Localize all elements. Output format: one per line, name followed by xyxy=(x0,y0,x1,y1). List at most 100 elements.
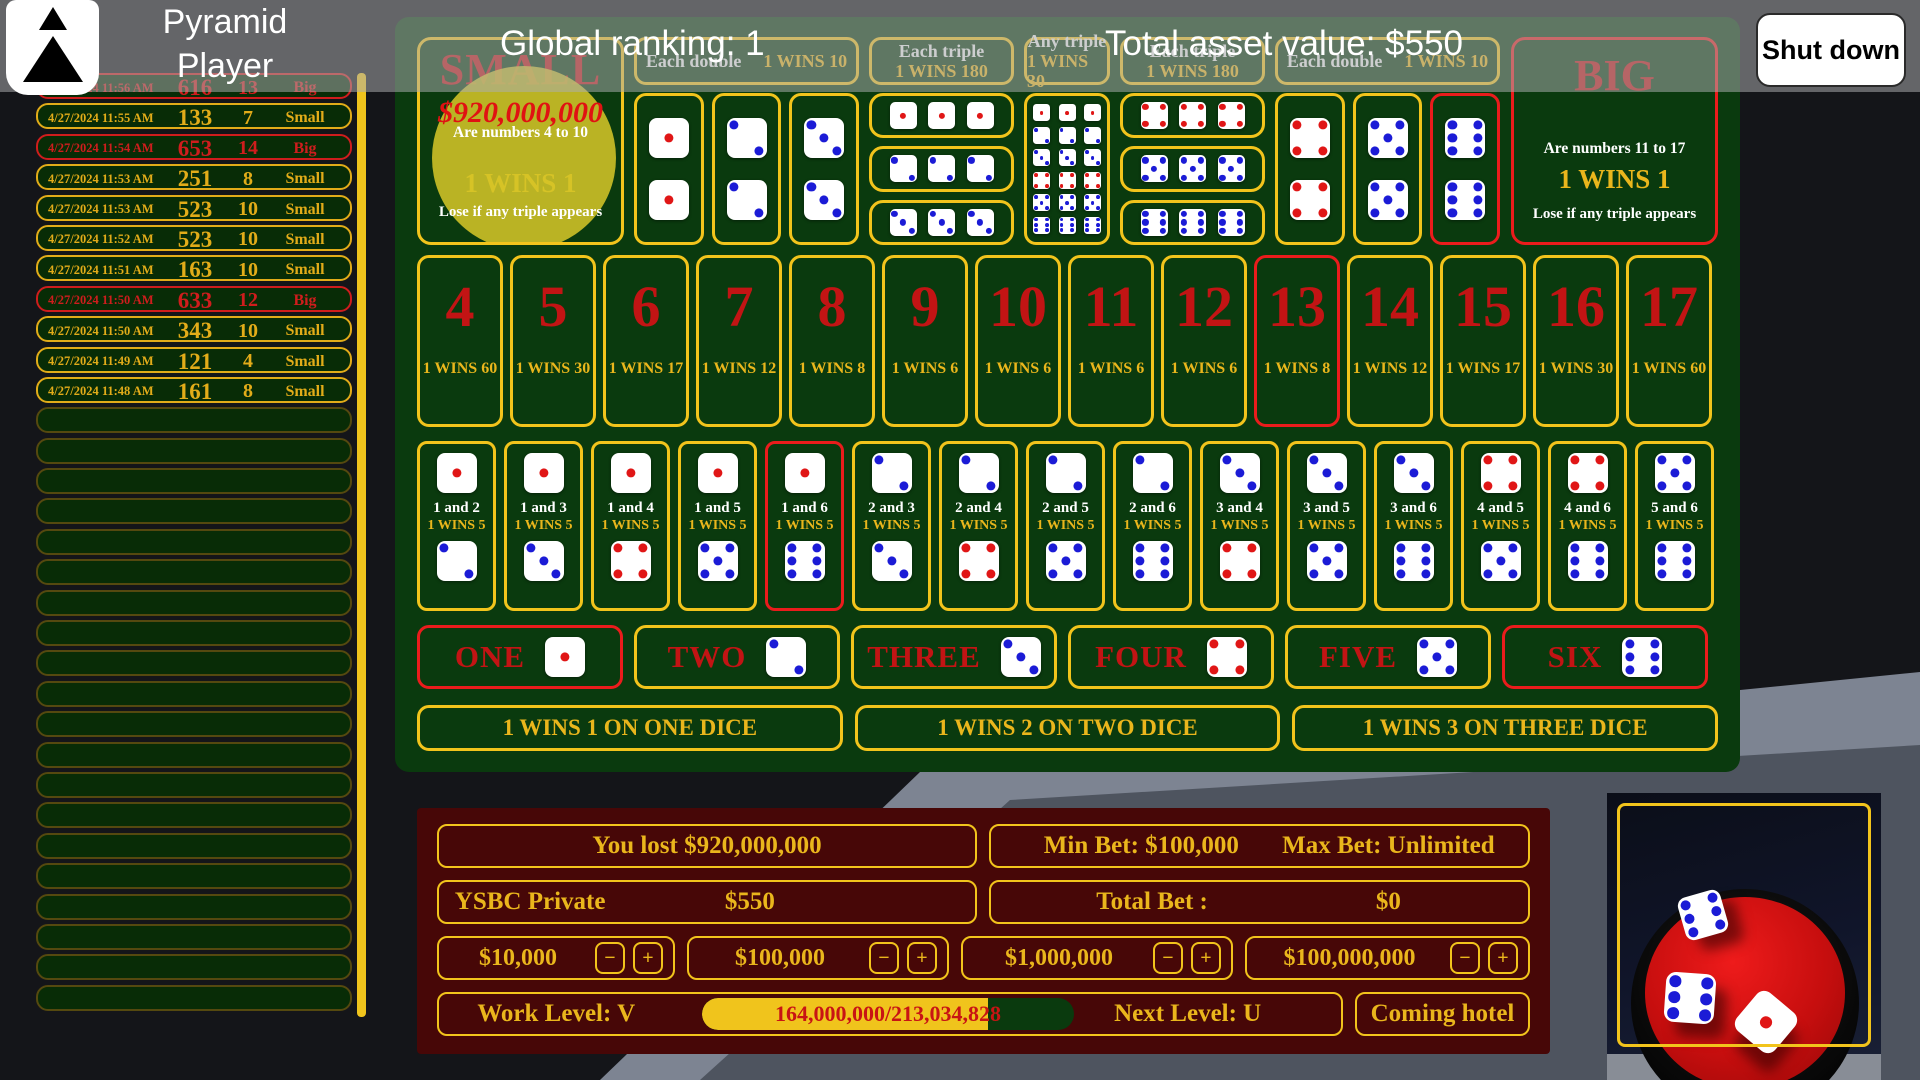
bet-denomination-2[interactable]: $100,000−+ xyxy=(687,936,949,980)
bet-single-three[interactable]: THREE xyxy=(851,625,1057,689)
bet-number-12[interactable]: 121 WINS 6 xyxy=(1161,255,1247,427)
die-4 xyxy=(1141,102,1168,129)
pair-payout: 1 WINS 5 xyxy=(1036,518,1094,534)
pair-label: 5 and 6 xyxy=(1651,500,1698,517)
bet-number-15[interactable]: 151 WINS 17 xyxy=(1440,255,1526,427)
bet-single-five[interactable]: FIVE xyxy=(1285,625,1491,689)
bet-triple-1[interactable] xyxy=(869,93,1014,138)
bet-pair-3-6[interactable]: 3 and 61 WINS 5 xyxy=(1374,441,1453,611)
bet-double-4[interactable] xyxy=(1275,93,1345,245)
doubles-right-group xyxy=(1275,93,1500,245)
bet-triple-3[interactable] xyxy=(869,200,1014,245)
bet-pair-2-3[interactable]: 2 and 31 WINS 5 xyxy=(852,441,931,611)
bet-double-5[interactable] xyxy=(1353,93,1423,245)
bet-pair-1-4[interactable]: 1 and 41 WINS 5 xyxy=(591,441,670,611)
history-row: 4/27/2024 11:51 AM16310Small xyxy=(36,255,352,281)
decrease-bet-button[interactable]: − xyxy=(1450,942,1480,974)
bet-triple-2[interactable] xyxy=(869,146,1014,191)
denomination-amount: $100,000 xyxy=(699,945,861,972)
bet-number-5[interactable]: 51 WINS 30 xyxy=(510,255,596,427)
bet-triple-5[interactable] xyxy=(1120,146,1265,191)
bet-double-6[interactable] xyxy=(1430,93,1500,245)
number-payout: 1 WINS 60 xyxy=(1632,360,1706,378)
bet-number-9[interactable]: 9 1 WINS 6 xyxy=(882,255,968,427)
bet-number-16[interactable]: 161 WINS 30 xyxy=(1533,255,1619,427)
bet-double-3[interactable] xyxy=(789,93,859,245)
bet-single-four[interactable]: FOUR xyxy=(1068,625,1274,689)
coming-hotel-button[interactable]: Coming hotel xyxy=(1355,992,1530,1036)
die-6 xyxy=(1033,217,1050,234)
history-total: 10 xyxy=(226,228,270,251)
bet-pair-2-6[interactable]: 2 and 61 WINS 5 xyxy=(1113,441,1192,611)
bet-single-six[interactable]: SIX xyxy=(1502,625,1708,689)
club-name: YSBC Private xyxy=(455,888,606,916)
bet-pair-1-6[interactable]: 1 and 61 WINS 5 xyxy=(765,441,844,611)
bet-pair-5-6[interactable]: 5 and 61 WINS 5 xyxy=(1635,441,1714,611)
history-row-empty xyxy=(36,498,352,524)
bet-denomination-4[interactable]: $100,000,000−+ xyxy=(1245,936,1530,980)
bet-pair-3-4[interactable]: 3 and 41 WINS 5 xyxy=(1200,441,1279,611)
bet-number-14[interactable]: 141 WINS 12 xyxy=(1347,255,1433,427)
doubles-left-group xyxy=(634,93,859,245)
bet-triple-6[interactable] xyxy=(1120,200,1265,245)
pair-label: 1 and 2 xyxy=(433,500,480,517)
bet-number-11[interactable]: 111 WINS 6 xyxy=(1068,255,1154,427)
shutdown-button[interactable]: Shut down xyxy=(1756,13,1906,87)
bet-denomination-3[interactable]: $1,000,000−+ xyxy=(961,936,1233,980)
bet-single-one[interactable]: ONE xyxy=(417,625,623,689)
die-4 xyxy=(1033,172,1050,189)
increase-bet-button[interactable]: + xyxy=(907,942,937,974)
bet-pair-2-4[interactable]: 2 and 41 WINS 5 xyxy=(939,441,1018,611)
bet-pair-1-2[interactable]: 1 and 21 WINS 5 xyxy=(417,441,496,611)
bet-pair-4-6[interactable]: 4 and 61 WINS 5 xyxy=(1548,441,1627,611)
bet-number-7[interactable]: 71 WINS 12 xyxy=(696,255,782,427)
decrease-bet-button[interactable]: − xyxy=(869,942,899,974)
history-total: 12 xyxy=(226,289,270,312)
bet-pair-4-5[interactable]: 4 and 51 WINS 5 xyxy=(1461,441,1540,611)
denomination-amount: $1,000,000 xyxy=(973,945,1145,972)
bet-number-6[interactable]: 61 WINS 17 xyxy=(603,255,689,427)
history-scrollbar[interactable] xyxy=(357,73,366,1017)
bet-number-17[interactable]: 171 WINS 60 xyxy=(1626,255,1712,427)
number-payout: 1 WINS 6 xyxy=(892,360,958,378)
die-2 xyxy=(967,155,994,182)
pyramid-small-triangle-icon xyxy=(39,7,67,30)
bet-number-13[interactable]: 131 WINS 8 xyxy=(1254,255,1340,427)
history-total: 8 xyxy=(226,380,270,403)
decrease-bet-button[interactable]: − xyxy=(1153,942,1183,974)
bet-pair-3-5[interactable]: 3 and 51 WINS 5 xyxy=(1287,441,1366,611)
history-time: 4/27/2024 11:48 AM xyxy=(48,384,164,399)
history-size: Small xyxy=(270,201,340,219)
history-dice: 523 xyxy=(164,197,226,223)
bet-triple-4[interactable] xyxy=(1120,93,1265,138)
pair-payout: 1 WINS 5 xyxy=(1471,518,1529,534)
die-4 xyxy=(1218,102,1245,129)
die-4 xyxy=(1568,453,1608,493)
decrease-bet-button[interactable]: − xyxy=(595,942,625,974)
bet-number-10[interactable]: 101 WINS 6 xyxy=(975,255,1061,427)
bet-denomination-1[interactable]: $10,000−+ xyxy=(437,936,675,980)
increase-bet-button[interactable]: + xyxy=(1488,942,1518,974)
any-triple-row-1 xyxy=(1033,104,1101,121)
increase-bet-button[interactable]: + xyxy=(1191,942,1221,974)
bet-pair-1-5[interactable]: 1 and 51 WINS 5 xyxy=(678,441,757,611)
work-level-box: Work Level: V 164,000,000/213,034,828 Ne… xyxy=(437,992,1343,1036)
history-panel: 4/27/2024 11:56 AM61613Big4/27/2024 11:5… xyxy=(36,73,352,1017)
bet-pair-1-3[interactable]: 1 and 31 WINS 5 xyxy=(504,441,583,611)
number-value: 9 xyxy=(911,278,940,336)
increase-bet-button[interactable]: + xyxy=(633,942,663,974)
bet-double-2[interactable] xyxy=(712,93,782,245)
history-row: 4/27/2024 11:55 AM1337Small xyxy=(36,103,352,129)
die-3 xyxy=(1220,453,1260,493)
bet-number-4[interactable]: 41 WINS 60 xyxy=(417,255,503,427)
die-1 xyxy=(545,637,585,677)
bet-number-8[interactable]: 81 WINS 8 xyxy=(789,255,875,427)
bet-single-two[interactable]: TWO xyxy=(634,625,840,689)
bet-double-1[interactable] xyxy=(634,93,704,245)
bet-pair-2-5[interactable]: 2 and 51 WINS 5 xyxy=(1026,441,1105,611)
pair-payout: 1 WINS 5 xyxy=(1297,518,1355,534)
die-3 xyxy=(872,541,912,581)
bet-any-triple[interactable] xyxy=(1024,93,1110,245)
die-5 xyxy=(1368,118,1408,158)
single-bets-row: ONETWOTHREEFOURFIVESIX xyxy=(417,625,1718,689)
